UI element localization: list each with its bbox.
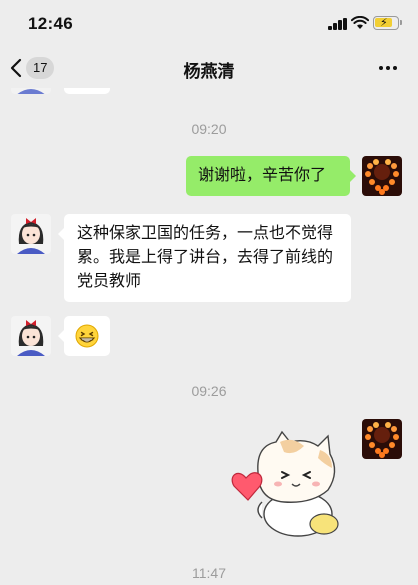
more-dots-icon xyxy=(379,66,383,70)
contact-avatar[interactable] xyxy=(11,316,51,356)
contact-avatar[interactable] xyxy=(11,214,51,254)
self-avatar[interactable] xyxy=(362,156,402,196)
chat-header: 17 杨燕清 xyxy=(0,48,418,88)
grin-emoji-icon xyxy=(75,324,99,348)
status-bar: 12:46 ⚡ xyxy=(0,0,418,48)
battery-tip xyxy=(400,20,402,25)
signal-icon xyxy=(328,18,348,30)
message-timestamp: 11:47 xyxy=(192,565,226,581)
chat-title: 杨燕清 xyxy=(183,62,235,81)
wifi-icon xyxy=(351,16,369,29)
message-text: 谢谢啦，辛苦你了 xyxy=(198,167,327,184)
incoming-emoji-message[interactable] xyxy=(58,316,110,356)
charging-bolt-icon: ⚡ xyxy=(380,17,388,29)
message-text: 这种保家卫国的任务，一点也不觉得累。我是上得了讲台，去得了前线的党员教师 xyxy=(77,225,334,290)
outgoing-message[interactable]: 谢谢啦，辛苦你了 xyxy=(186,156,356,196)
message-timestamp: 09:26 xyxy=(191,383,227,399)
status-time: 12:46 xyxy=(28,14,73,33)
more-button[interactable] xyxy=(374,54,402,82)
message-timestamp: 09:20 xyxy=(191,121,227,137)
incoming-message[interactable]: 这种保家卫国的任务，一点也不觉得累。我是上得了讲台，去得了前线的党员教师 xyxy=(58,214,351,302)
cat-holding-heart-sticker[interactable] xyxy=(228,428,352,540)
self-avatar[interactable] xyxy=(362,419,402,459)
